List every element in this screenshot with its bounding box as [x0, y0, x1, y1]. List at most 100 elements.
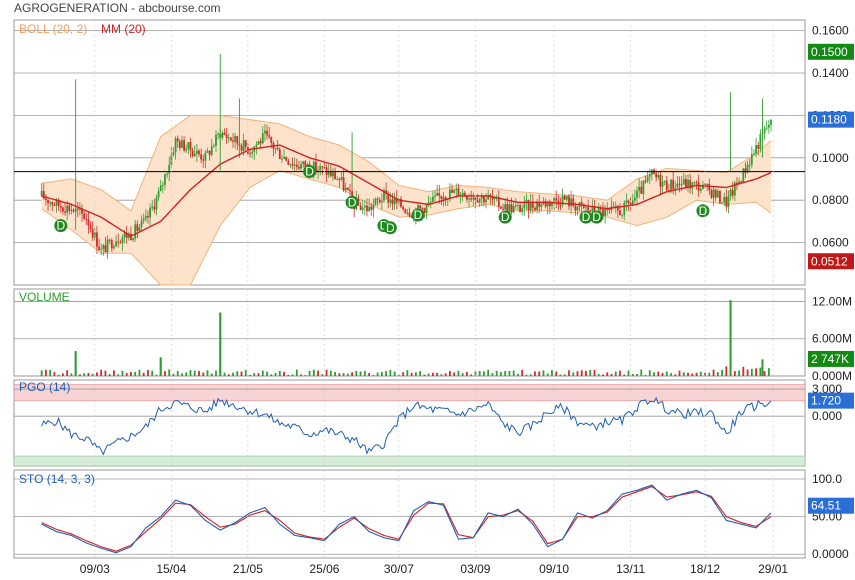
candle-body	[500, 206, 502, 209]
candle-body	[699, 189, 702, 191]
candle-body	[338, 179, 341, 181]
candle-body	[748, 164, 751, 166]
volume-bar	[176, 370, 179, 376]
volume-bar	[457, 370, 460, 376]
candle-body	[393, 198, 396, 205]
candle-body	[380, 200, 383, 203]
candle-body	[83, 213, 86, 219]
volume-bar	[636, 373, 638, 376]
volume-bar	[189, 370, 192, 376]
volume-bar	[334, 372, 336, 376]
volume-bar	[402, 372, 405, 376]
volume-bar	[368, 372, 370, 376]
candle-body	[576, 206, 579, 211]
candle-body	[321, 166, 324, 168]
candle-body	[721, 202, 723, 204]
x-axis: 09/03 15/04 21/05 25/06 30/07 03/09 09/10 13/11…	[80, 20, 788, 576]
candle-body	[644, 180, 647, 182]
candle-body	[580, 202, 583, 205]
candle-body	[429, 201, 432, 203]
candle-body	[302, 161, 305, 165]
x-tick-label: 21/05	[233, 562, 263, 576]
candle-body	[538, 202, 541, 207]
volume-bar	[66, 370, 69, 376]
volume-bar	[495, 370, 498, 376]
volume-bar	[300, 374, 302, 376]
candle-body	[144, 216, 147, 219]
candle-body	[225, 134, 228, 139]
volume-bar	[708, 372, 711, 376]
volume-bar	[665, 371, 668, 376]
candle-body	[66, 205, 69, 213]
volume-bar	[108, 374, 111, 376]
candle-body	[257, 141, 260, 145]
candle-body	[134, 224, 137, 239]
candle-body	[453, 190, 456, 193]
volume-bar	[44, 369, 47, 376]
candle-body	[191, 150, 194, 157]
candle-body	[147, 216, 149, 218]
volume-layer: 12.00M 6.000M 0.000M 2 747K	[14, 294, 854, 383]
candle-body	[323, 167, 326, 169]
candle-body	[570, 198, 573, 207]
volume-bar	[478, 371, 481, 376]
candle-body	[200, 154, 203, 160]
x-tick-label: 09/03	[80, 562, 110, 576]
candle-body	[251, 151, 254, 154]
candle-body	[451, 189, 453, 193]
volume-bar	[83, 373, 86, 376]
volume-bar	[274, 373, 277, 376]
candle-body	[121, 237, 124, 244]
volume-bar	[529, 374, 532, 376]
volume-bar	[470, 374, 473, 376]
volume-bar	[759, 367, 762, 376]
candle-body	[431, 196, 434, 202]
volume-bar	[202, 372, 205, 376]
candle-body	[534, 207, 536, 210]
candle-body	[767, 124, 770, 128]
candle-body	[555, 198, 558, 201]
volume-bar	[283, 371, 285, 376]
volume-bar	[512, 370, 515, 376]
candle-body	[223, 132, 226, 135]
volume-bar	[261, 370, 264, 376]
volume-bar	[461, 373, 464, 376]
volume-bar	[210, 373, 213, 376]
volume-bar	[614, 371, 617, 376]
volume-bar	[623, 374, 626, 376]
volume-bar	[431, 372, 434, 376]
candle-body	[183, 140, 186, 151]
volume-bar	[151, 370, 154, 376]
candle-body	[195, 150, 198, 154]
volume-bar	[721, 369, 723, 376]
volume-bar	[580, 370, 583, 376]
volume-bar	[287, 374, 290, 376]
candle-body	[51, 202, 54, 205]
candle-body	[198, 150, 200, 155]
candle-body	[229, 137, 232, 141]
volume-bar	[49, 369, 52, 376]
volume-bar	[355, 370, 358, 376]
candle-body	[266, 130, 268, 136]
volume-bar	[130, 371, 132, 376]
volume-bar	[206, 370, 209, 376]
candle-body	[206, 150, 209, 153]
candle-body	[625, 200, 628, 203]
candle-body	[563, 195, 566, 200]
volume-bar	[576, 371, 579, 376]
candle-body	[655, 173, 658, 178]
candle-body	[608, 209, 611, 211]
candle-body	[627, 200, 630, 203]
candle-body	[519, 205, 521, 212]
candle-body	[485, 199, 487, 203]
candle-body	[638, 186, 641, 191]
x-tick-label: 09/10	[539, 562, 569, 576]
volume-bar	[670, 373, 672, 376]
candle-body	[268, 135, 271, 137]
volume-spike	[74, 351, 77, 376]
candle-body	[740, 181, 743, 183]
volume-bar	[534, 371, 536, 376]
volume-bar	[491, 373, 494, 376]
sto-tick-label: 0.0000	[812, 547, 849, 561]
candle-body	[174, 138, 177, 153]
